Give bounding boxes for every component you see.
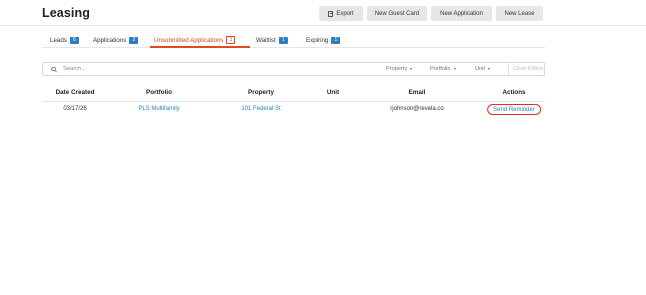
cell-portfolio-link[interactable]: PLS Multifamily bbox=[138, 106, 179, 112]
new-application-button[interactable]: New Application bbox=[431, 6, 492, 21]
tab-applications-count: 2 bbox=[129, 36, 139, 44]
page-title: Leasing bbox=[42, 6, 90, 20]
tab-applications-label: Applications bbox=[93, 36, 127, 44]
tab-leads-count: 6 bbox=[69, 36, 79, 44]
unit-filter-label: Unit bbox=[475, 66, 485, 72]
column-header-actions: Actions bbox=[502, 89, 526, 96]
tab-expiring[interactable]: Expiring 1 bbox=[306, 32, 341, 48]
column-header-date-created[interactable]: Date Created bbox=[56, 89, 95, 96]
tab-waitlist-count: 1 bbox=[278, 36, 288, 44]
new-lease-button[interactable]: New Lease bbox=[496, 6, 543, 21]
chevron-down-icon bbox=[453, 68, 456, 70]
active-tab-indicator bbox=[150, 46, 250, 48]
portfolio-filter-label: Portfolio bbox=[430, 66, 451, 72]
table-row: 03/17/26 PLS Multifamily 101 Federal St … bbox=[42, 102, 545, 118]
tab-waitlist-label: Waitlist bbox=[256, 36, 276, 44]
tab-leads-label: Leads bbox=[50, 36, 67, 44]
new-guest-card-button[interactable]: New Guest Card bbox=[367, 6, 427, 21]
top-header: Leasing Export New Guest Card New Applic… bbox=[0, 0, 646, 26]
tab-bar: Leads 6 Applications 2 Unsubmitted Appli… bbox=[42, 32, 545, 48]
search-icon bbox=[51, 66, 56, 71]
property-filter-dropdown[interactable]: Property bbox=[386, 63, 413, 75]
send-reminder-button[interactable]: Send Reminder bbox=[487, 104, 541, 115]
clear-filters-button[interactable]: Clear Filters bbox=[508, 63, 543, 75]
portfolio-filter-dropdown[interactable]: Portfolio bbox=[430, 63, 456, 75]
export-label: Export bbox=[336, 10, 354, 17]
cell-property-link[interactable]: 101 Federal St bbox=[241, 106, 280, 112]
unit-filter-dropdown[interactable]: Unit bbox=[475, 63, 490, 75]
tab-expiring-count: 1 bbox=[331, 36, 341, 44]
tab-expiring-label: Expiring bbox=[306, 36, 329, 44]
column-header-email[interactable]: Email bbox=[409, 89, 426, 96]
document-icon bbox=[328, 10, 334, 17]
search-input[interactable] bbox=[63, 64, 263, 74]
property-filter-label: Property bbox=[386, 66, 408, 72]
applications-table: Date Created Portfolio Property Unit Ema… bbox=[42, 86, 545, 118]
tab-unsubmitted-count: 1 bbox=[226, 36, 236, 44]
cell-email: rjohnson@revela.co bbox=[390, 106, 444, 112]
export-button[interactable]: Export bbox=[319, 6, 363, 21]
tab-unsubmitted-label: Unsubmitted Applications bbox=[154, 36, 224, 44]
column-header-portfolio[interactable]: Portfolio bbox=[146, 89, 172, 96]
table-header: Date Created Portfolio Property Unit Ema… bbox=[42, 86, 545, 102]
chevron-down-icon bbox=[487, 68, 490, 70]
column-header-unit[interactable]: Unit bbox=[327, 89, 339, 96]
tab-leads[interactable]: Leads 6 bbox=[50, 32, 79, 48]
filter-bar: Property Portfolio Unit Clear Filters bbox=[42, 62, 545, 76]
tab-applications[interactable]: Applications 2 bbox=[93, 32, 139, 48]
column-header-property[interactable]: Property bbox=[248, 89, 274, 96]
tab-waitlist[interactable]: Waitlist 1 bbox=[256, 32, 288, 48]
chevron-down-icon bbox=[410, 68, 413, 70]
cell-date-created: 03/17/26 bbox=[63, 106, 87, 112]
